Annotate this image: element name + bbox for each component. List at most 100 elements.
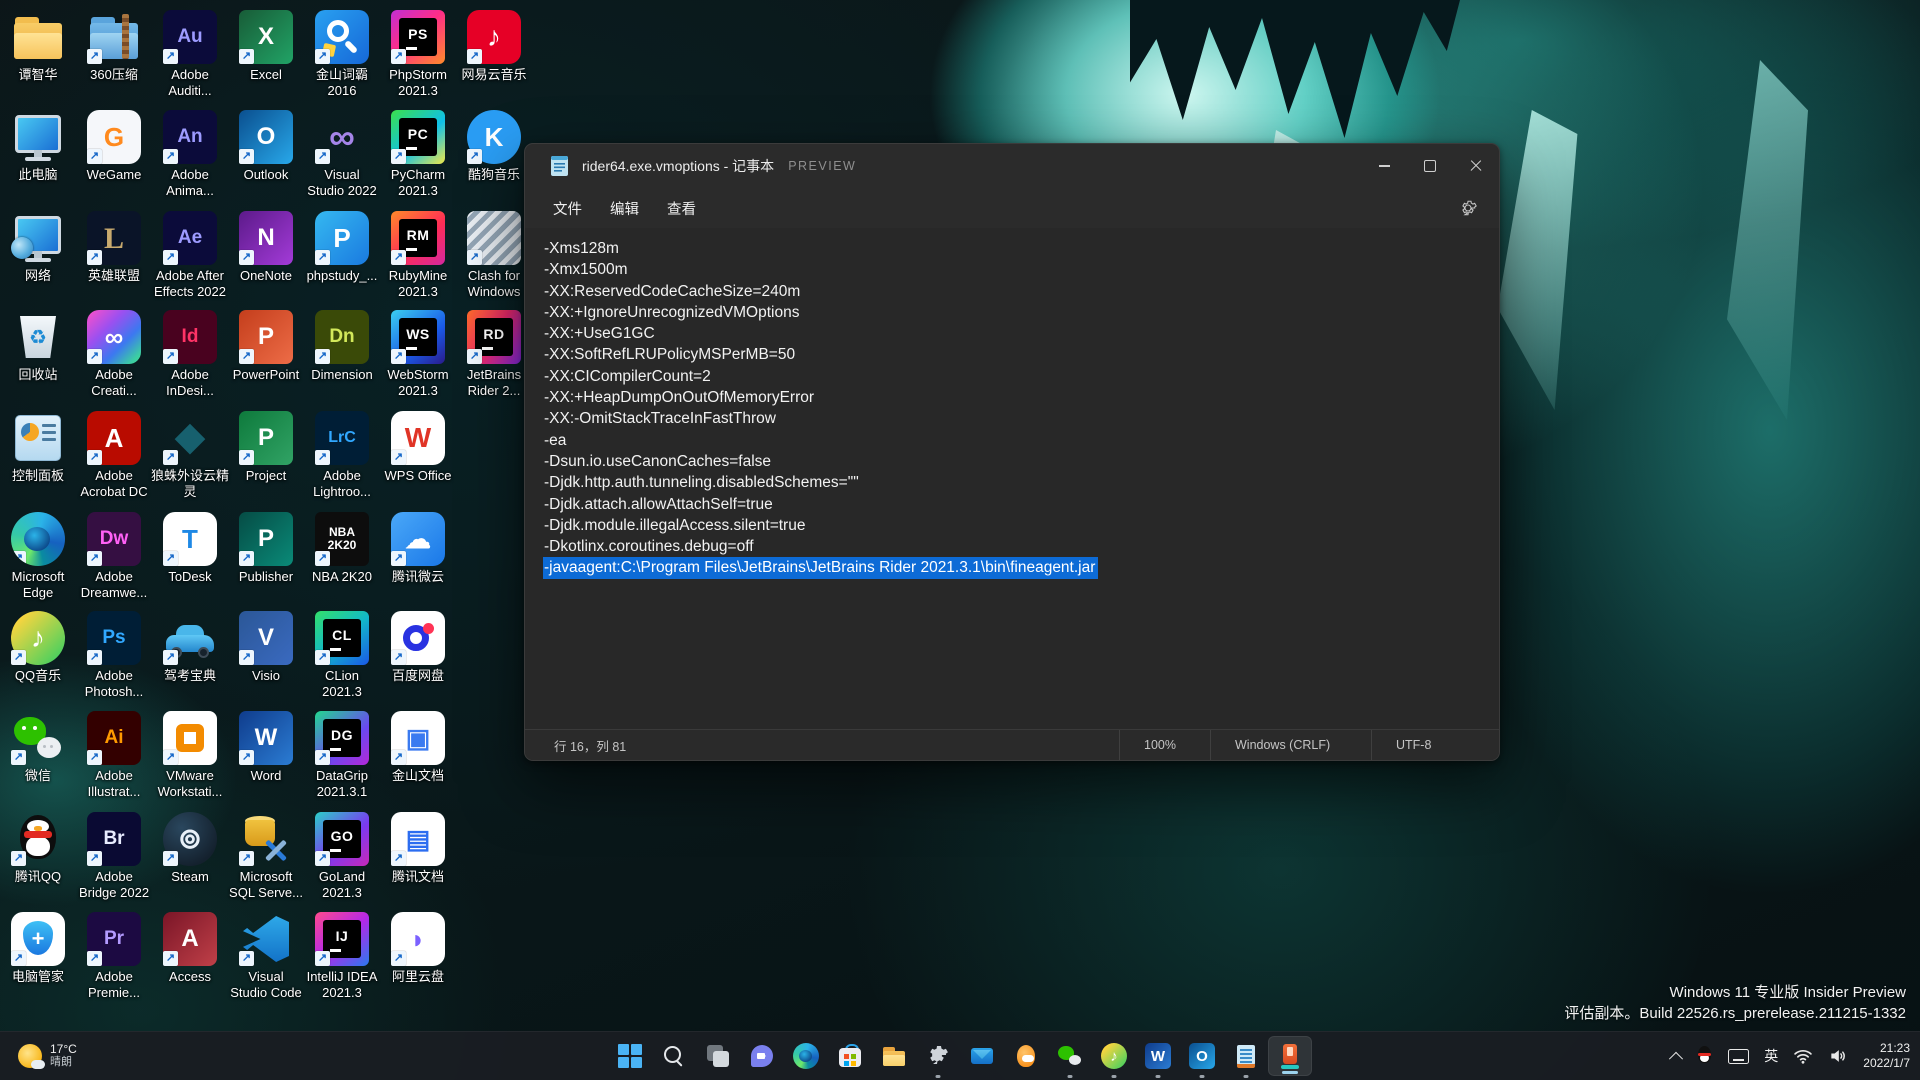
input-language-button[interactable]: 英 xyxy=(1760,1038,1782,1074)
desktop-shortcut-pycharm[interactable]: PC↗PyCharm 2021.3 xyxy=(380,110,456,199)
taskbar-outlook-button[interactable]: O xyxy=(1180,1032,1224,1080)
minimize-button[interactable] xyxy=(1361,144,1407,188)
taskbar-search-button[interactable] xyxy=(652,1032,696,1080)
tencent-docs-icon: ▤↗ xyxy=(391,812,445,866)
settings-button[interactable] xyxy=(1453,193,1483,223)
taskbar-notepad-button[interactable] xyxy=(1224,1032,1268,1080)
adobe-animate-icon: An↗ xyxy=(163,110,217,164)
desktop-shortcut-vmware-workstation[interactable]: ↗VMware Workstati... xyxy=(152,711,228,800)
adobe-acrobat-dc-icon: A↗ xyxy=(87,411,141,465)
desktop-shortcut-wps-office[interactable]: W↗WPS Office xyxy=(380,411,456,484)
text-editor-area[interactable]: -Xms128m-Xmx1500m-XX:ReservedCodeCacheSi… xyxy=(525,228,1499,729)
outlook-icon: O xyxy=(1189,1043,1215,1069)
taskbar-phone-clip-tool-button[interactable] xyxy=(1268,1036,1312,1076)
taskbar-word-button[interactable]: W xyxy=(1136,1032,1180,1080)
desktop-shortcut-clion[interactable]: CL↗CLion 2021.3 xyxy=(304,611,380,700)
shortcut-arrow-icon: ↗ xyxy=(87,49,102,64)
qq-music-icon: ♪↗ xyxy=(11,611,65,665)
desktop-shortcut-adobe-lightroom-classic[interactable]: LrC↗Adobe Lightroo... xyxy=(304,411,380,500)
weather-widget[interactable]: 17°C 晴朗 xyxy=(10,1032,85,1080)
desktop-shortcut-tencent-weiyun[interactable]: ☁↗腾讯微云 xyxy=(380,512,456,585)
text-line-5: -XX:+UseG1GC xyxy=(543,323,658,344)
desktop-shortcut-adobe-bridge[interactable]: Br↗Adobe Bridge 2022 xyxy=(76,812,152,901)
desktop-shortcut-kingsoft-docs[interactable]: ▣↗金山文档 xyxy=(380,711,456,784)
taskbar-microsoft-store-button[interactable] xyxy=(828,1032,872,1080)
desktop-shortcut-baidu-netdisk[interactable]: ↗百度网盘 xyxy=(380,611,456,684)
folder-tanzhihua-icon xyxy=(11,10,65,64)
menu-file[interactable]: 文件 xyxy=(539,192,596,225)
phpstudy-icon: P↗ xyxy=(315,211,369,265)
desktop-shortcut-adobe-dreamweaver[interactable]: Dw↗Adobe Dreamwe... xyxy=(76,512,152,601)
tencent-docs-label: 腾讯文档 xyxy=(362,869,474,885)
taskbar-file-explorer-button[interactable] xyxy=(872,1032,916,1080)
shortcut-arrow-icon: ↗ xyxy=(163,750,178,765)
desktop-shortcut-aliyun-drive[interactable]: ◗↗阿里云盘 xyxy=(380,912,456,985)
keyboard-icon xyxy=(1728,1049,1749,1064)
desktop-shortcut-adobe-premiere[interactable]: Pr↗Adobe Premie... xyxy=(76,912,152,1001)
desktop-shortcut-adobe-indesign[interactable]: Id↗Adobe InDesi... xyxy=(152,310,228,399)
this-pc-icon xyxy=(11,110,65,164)
chat-icon xyxy=(749,1043,775,1069)
taskbar-chat-button[interactable] xyxy=(740,1032,784,1080)
outlook-icon: O↗ xyxy=(239,110,293,164)
network-button[interactable] xyxy=(1789,1038,1817,1074)
tray-qq-icon[interactable] xyxy=(1692,1038,1717,1074)
minimize-icon xyxy=(1379,165,1390,167)
kingsoft-docs-icon: ▣↗ xyxy=(391,711,445,765)
shortcut-arrow-icon: ↗ xyxy=(391,149,406,164)
close-button[interactable] xyxy=(1453,144,1499,188)
desktop-shortcut-goland[interactable]: GO↗GoLand 2021.3 xyxy=(304,812,380,901)
clock[interactable]: 21:23 2022/1/7 xyxy=(1859,1041,1910,1071)
text-line-14: -Djdk.module.illegalAccess.silent=true xyxy=(543,515,808,536)
shortcut-arrow-icon: ↗ xyxy=(391,551,406,566)
shortcut-arrow-icon: ↗ xyxy=(163,250,178,265)
desktop-shortcut-jetbrains-rider[interactable]: RD↗JetBrains Rider 2... xyxy=(456,310,532,399)
taskbar-edge-button[interactable] xyxy=(784,1032,828,1080)
qq-penguin-icon xyxy=(1696,1046,1713,1066)
desktop-shortcut-kugou-music[interactable]: K↗酷狗音乐 xyxy=(456,110,532,183)
adobe-bridge-icon: Br↗ xyxy=(87,812,141,866)
watermark-line2: 评估副本。Build 22526.rs_prerelease.211215-13… xyxy=(1564,1003,1906,1024)
desktop-shortcut-datagrip[interactable]: DG↗DataGrip 2021.3.1 xyxy=(304,711,380,800)
shortcut-arrow-icon: ↗ xyxy=(391,650,406,665)
clash-for-windows-icon: ↗ xyxy=(467,211,521,265)
taskbar-mail-button[interactable] xyxy=(960,1032,1004,1080)
touch-keyboard-button[interactable] xyxy=(1724,1038,1753,1074)
recycle-bin-icon: ♻ xyxy=(11,310,65,364)
tray-overflow-button[interactable] xyxy=(1667,1038,1685,1074)
menu-edit[interactable]: 编辑 xyxy=(596,192,653,225)
shortcut-arrow-icon: ↗ xyxy=(87,851,102,866)
taskbar-wechat-button[interactable] xyxy=(1048,1032,1092,1080)
taskbar-qq-music-button[interactable]: ♪ xyxy=(1092,1032,1136,1080)
desktop-shortcut-adobe-audition[interactable]: Au↗Adobe Auditi... xyxy=(152,10,228,99)
visio-icon: V↗ xyxy=(239,611,293,665)
desktop-shortcut-netease-cloud-music[interactable]: ♪↗网易云音乐 xyxy=(456,10,532,83)
desktop-shortcut-intellij-idea[interactable]: IJ↗IntelliJ IDEA 2021.3 xyxy=(304,912,380,1001)
shortcut-arrow-icon: ↗ xyxy=(239,551,254,566)
desktop-shortcut-adobe-after-effects[interactable]: Ae↗Adobe After Effects 2022 xyxy=(152,211,228,300)
notepad-titlebar[interactable]: rider64.exe.vmoptions - 记事本 PREVIEW xyxy=(525,144,1499,188)
desktop-shortcut-tencent-docs[interactable]: ▤↗腾讯文档 xyxy=(380,812,456,885)
desktop-shortcut-aula-peripheral[interactable]: ◆↗狼蛛外设云精 灵 xyxy=(152,411,228,500)
adobe-dreamweaver-icon: Dw↗ xyxy=(87,512,141,566)
taskbar-settings-button[interactable] xyxy=(916,1032,960,1080)
weather-condition: 晴朗 xyxy=(50,1056,77,1069)
desktop-shortcut-adobe-animate[interactable]: An↗Adobe Anima... xyxy=(152,110,228,199)
taskbar-task-view-button[interactable] xyxy=(696,1032,740,1080)
pc-manager-icon: +↗ xyxy=(11,912,65,966)
text-line-7: -XX:CICompilerCount=2 xyxy=(543,366,714,387)
desktop-shortcut-clash-for-windows[interactable]: ↗Clash for Windows xyxy=(456,211,532,300)
desktop[interactable]: 谭智华此电脑网络♻回收站控制面板↗Microsoft Edge♪↗QQ音乐↗微信… xyxy=(0,0,1920,1080)
taskbar-cloud-app-button[interactable] xyxy=(1004,1032,1048,1080)
volume-button[interactable] xyxy=(1824,1038,1852,1074)
desktop-shortcut-adobe-photoshop[interactable]: Ps↗Adobe Photosh... xyxy=(76,611,152,700)
window-title: rider64.exe.vmoptions - 记事本 xyxy=(582,156,774,176)
shortcut-arrow-icon: ↗ xyxy=(391,349,406,364)
desktop-shortcut-phpstorm[interactable]: PS↗PhpStorm 2021.3 xyxy=(380,10,456,99)
taskbar-start-button[interactable] xyxy=(608,1032,652,1080)
wechat-icon: ↗ xyxy=(11,711,65,765)
maximize-button[interactable] xyxy=(1407,144,1453,188)
menu-view[interactable]: 查看 xyxy=(653,192,710,225)
weather-icon xyxy=(18,1044,42,1068)
baidu-netdisk-icon: ↗ xyxy=(391,611,445,665)
